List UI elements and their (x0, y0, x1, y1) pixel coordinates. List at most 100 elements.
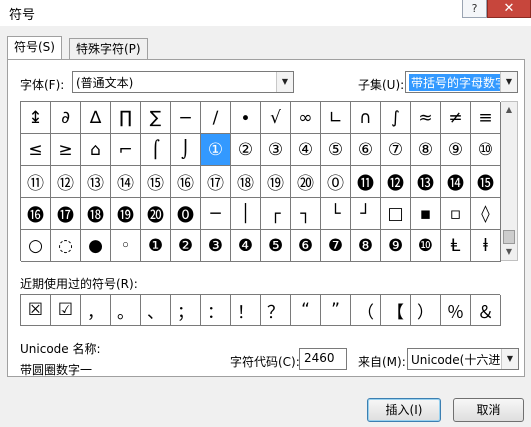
symbol-cell[interactable]: ⑬ (81, 166, 111, 198)
symbol-cell[interactable]: ⌐ (111, 134, 141, 166)
symbol-cell[interactable]: ⑰ (201, 166, 231, 198)
symbol-cell[interactable]: ❷ (171, 230, 201, 262)
symbol-cell[interactable]: ❻ (291, 230, 321, 262)
symbol-cell[interactable]: ◊ (471, 198, 501, 230)
symbol-cell[interactable]: ┘ (351, 198, 381, 230)
symbol-cell[interactable]: ⌂ (81, 134, 111, 166)
symbol-cell[interactable]: ≥ (51, 134, 81, 166)
recent-symbol-cell[interactable]: ， (81, 295, 111, 326)
symbol-cell[interactable]: ⓫ (351, 166, 381, 198)
symbol-cell[interactable]: ❸ (201, 230, 231, 262)
subset-select[interactable]: 带括号的字母数字 ▼ (405, 71, 518, 93)
scroll-up-icon[interactable]: ▲ (501, 102, 517, 118)
recent-symbol-cell[interactable]: （ (351, 295, 381, 326)
symbol-cell[interactable]: ⓴ (141, 198, 171, 230)
from-select[interactable]: Unicode(十六进 ▼ (407, 348, 519, 370)
symbol-cell[interactable]: ⑪ (21, 166, 51, 198)
symbol-cell[interactable]: □ (381, 198, 411, 230)
recent-symbol-cell[interactable]: ； (171, 295, 201, 326)
symbol-cell[interactable]: ∫ (381, 102, 411, 134)
recent-symbol-cell[interactable]: ％ (441, 295, 471, 326)
symbol-cell[interactable]: ⓮ (441, 166, 471, 198)
symbol-cell[interactable]: ⑤ (321, 134, 351, 166)
recent-symbol-cell[interactable]: ☑ (51, 295, 81, 326)
symbol-cell[interactable]: ▪ (411, 198, 441, 230)
recent-symbol-cell[interactable]: ！ (231, 295, 261, 326)
symbol-cell[interactable]: ① (201, 134, 231, 166)
symbol-cell[interactable]: ∂ (51, 102, 81, 134)
symbol-cell[interactable]: ❺ (261, 230, 291, 262)
symbol-cell[interactable]: ∆ (81, 102, 111, 134)
symbol-cell[interactable]: ─ (201, 198, 231, 230)
symbol-cell[interactable]: ④ (291, 134, 321, 166)
symbol-cell[interactable]: ❶ (141, 230, 171, 262)
symbol-cell[interactable]: ⌠ (141, 134, 171, 166)
symbol-cell[interactable]: ⓪ (321, 166, 351, 198)
recent-symbol-cell[interactable]: ？ (261, 295, 291, 326)
recent-symbol-cell[interactable]: ） (411, 295, 441, 326)
symbol-cell[interactable]: ∏ (111, 102, 141, 134)
symbol-cell[interactable]: ⓿ (171, 198, 201, 230)
symbol-cell[interactable]: ⑧ (411, 134, 441, 166)
symbol-cell[interactable]: ⑭ (111, 166, 141, 198)
recent-symbol-cell[interactable]: ☒ (21, 295, 51, 326)
recent-symbol-cell[interactable]: “ (291, 295, 321, 326)
symbol-cell[interactable]: ┌ (261, 198, 291, 230)
symbol-cell[interactable]: ● (81, 230, 111, 262)
symbol-cell[interactable]: └ (321, 198, 351, 230)
symbol-cell[interactable]: ③ (261, 134, 291, 166)
symbol-cell[interactable]: ⑱ (231, 166, 261, 198)
symbol-cell[interactable]: ∕ (201, 102, 231, 134)
tab-special-characters[interactable]: 特殊字符(P) (69, 38, 148, 60)
symbol-cell[interactable]: ∞ (291, 102, 321, 134)
recent-symbol-cell[interactable]: ＆ (471, 295, 501, 326)
symbol-cell[interactable]: ∟ (321, 102, 351, 134)
tab-symbols[interactable]: 符号(S) (7, 36, 62, 60)
symbol-cell[interactable]: ⓬ (381, 166, 411, 198)
symbol-cell[interactable]: ⓳ (111, 198, 141, 230)
symbol-cell[interactable]: ⓯ (471, 166, 501, 198)
symbol-cell[interactable]: ⑯ (171, 166, 201, 198)
recent-symbol-cell[interactable]: 、 (141, 295, 171, 326)
symbol-cell[interactable]: ❼ (321, 230, 351, 262)
recent-symbol-cell[interactable]: ” (321, 295, 351, 326)
symbol-cell[interactable]: ❾ (381, 230, 411, 262)
symbol-cell[interactable]: ▫ (441, 198, 471, 230)
symbol-cell[interactable]: ⱡ (471, 230, 501, 262)
symbol-cell[interactable]: − (171, 102, 201, 134)
symbol-cell[interactable]: ⓲ (81, 198, 111, 230)
symbol-cell[interactable]: ⑩ (471, 134, 501, 166)
symbol-cell[interactable]: ≈ (411, 102, 441, 134)
symbol-cell[interactable]: ↨ (21, 102, 51, 134)
cancel-button[interactable]: 取消 (453, 398, 524, 422)
symbol-cell[interactable]: ⑥ (351, 134, 381, 166)
scroll-down-icon[interactable]: ▼ (501, 244, 517, 260)
symbol-cell[interactable]: ② (231, 134, 261, 166)
symbol-cell[interactable]: ❹ (231, 230, 261, 262)
insert-button[interactable]: 插入(I) (367, 398, 441, 422)
symbol-cell[interactable]: ⑲ (261, 166, 291, 198)
symbol-cell[interactable]: │ (231, 198, 261, 230)
symbol-cell[interactable]: ⌡ (171, 134, 201, 166)
symbol-cell[interactable]: ⑦ (381, 134, 411, 166)
recent-symbol-cell[interactable]: ： (201, 295, 231, 326)
symbol-cell[interactable]: ❽ (351, 230, 381, 262)
symbol-grid-scrollbar[interactable]: ▲ ▼ (501, 101, 518, 261)
help-button[interactable]: ? (462, 0, 487, 18)
scrollbar-thumb[interactable] (503, 230, 515, 244)
symbol-cell[interactable]: ⑮ (141, 166, 171, 198)
symbol-cell[interactable]: ∑ (141, 102, 171, 134)
close-button[interactable]: ✕ (487, 0, 531, 18)
symbol-cell[interactable]: ⓰ (21, 198, 51, 230)
symbol-cell[interactable]: ∙ (231, 102, 261, 134)
symbol-cell[interactable]: ◦ (111, 230, 141, 262)
symbol-cell[interactable]: ⑫ (51, 166, 81, 198)
symbol-cell[interactable]: ❿ (411, 230, 441, 262)
symbol-cell[interactable]: ⓱ (51, 198, 81, 230)
symbol-cell[interactable]: Ⱡ (441, 230, 471, 262)
symbol-cell[interactable]: ∩ (351, 102, 381, 134)
symbol-cell[interactable]: ⑳ (291, 166, 321, 198)
char-code-input[interactable]: 2460 (299, 348, 347, 370)
symbol-cell[interactable]: ≤ (21, 134, 51, 166)
symbol-cell[interactable]: ≠ (441, 102, 471, 134)
